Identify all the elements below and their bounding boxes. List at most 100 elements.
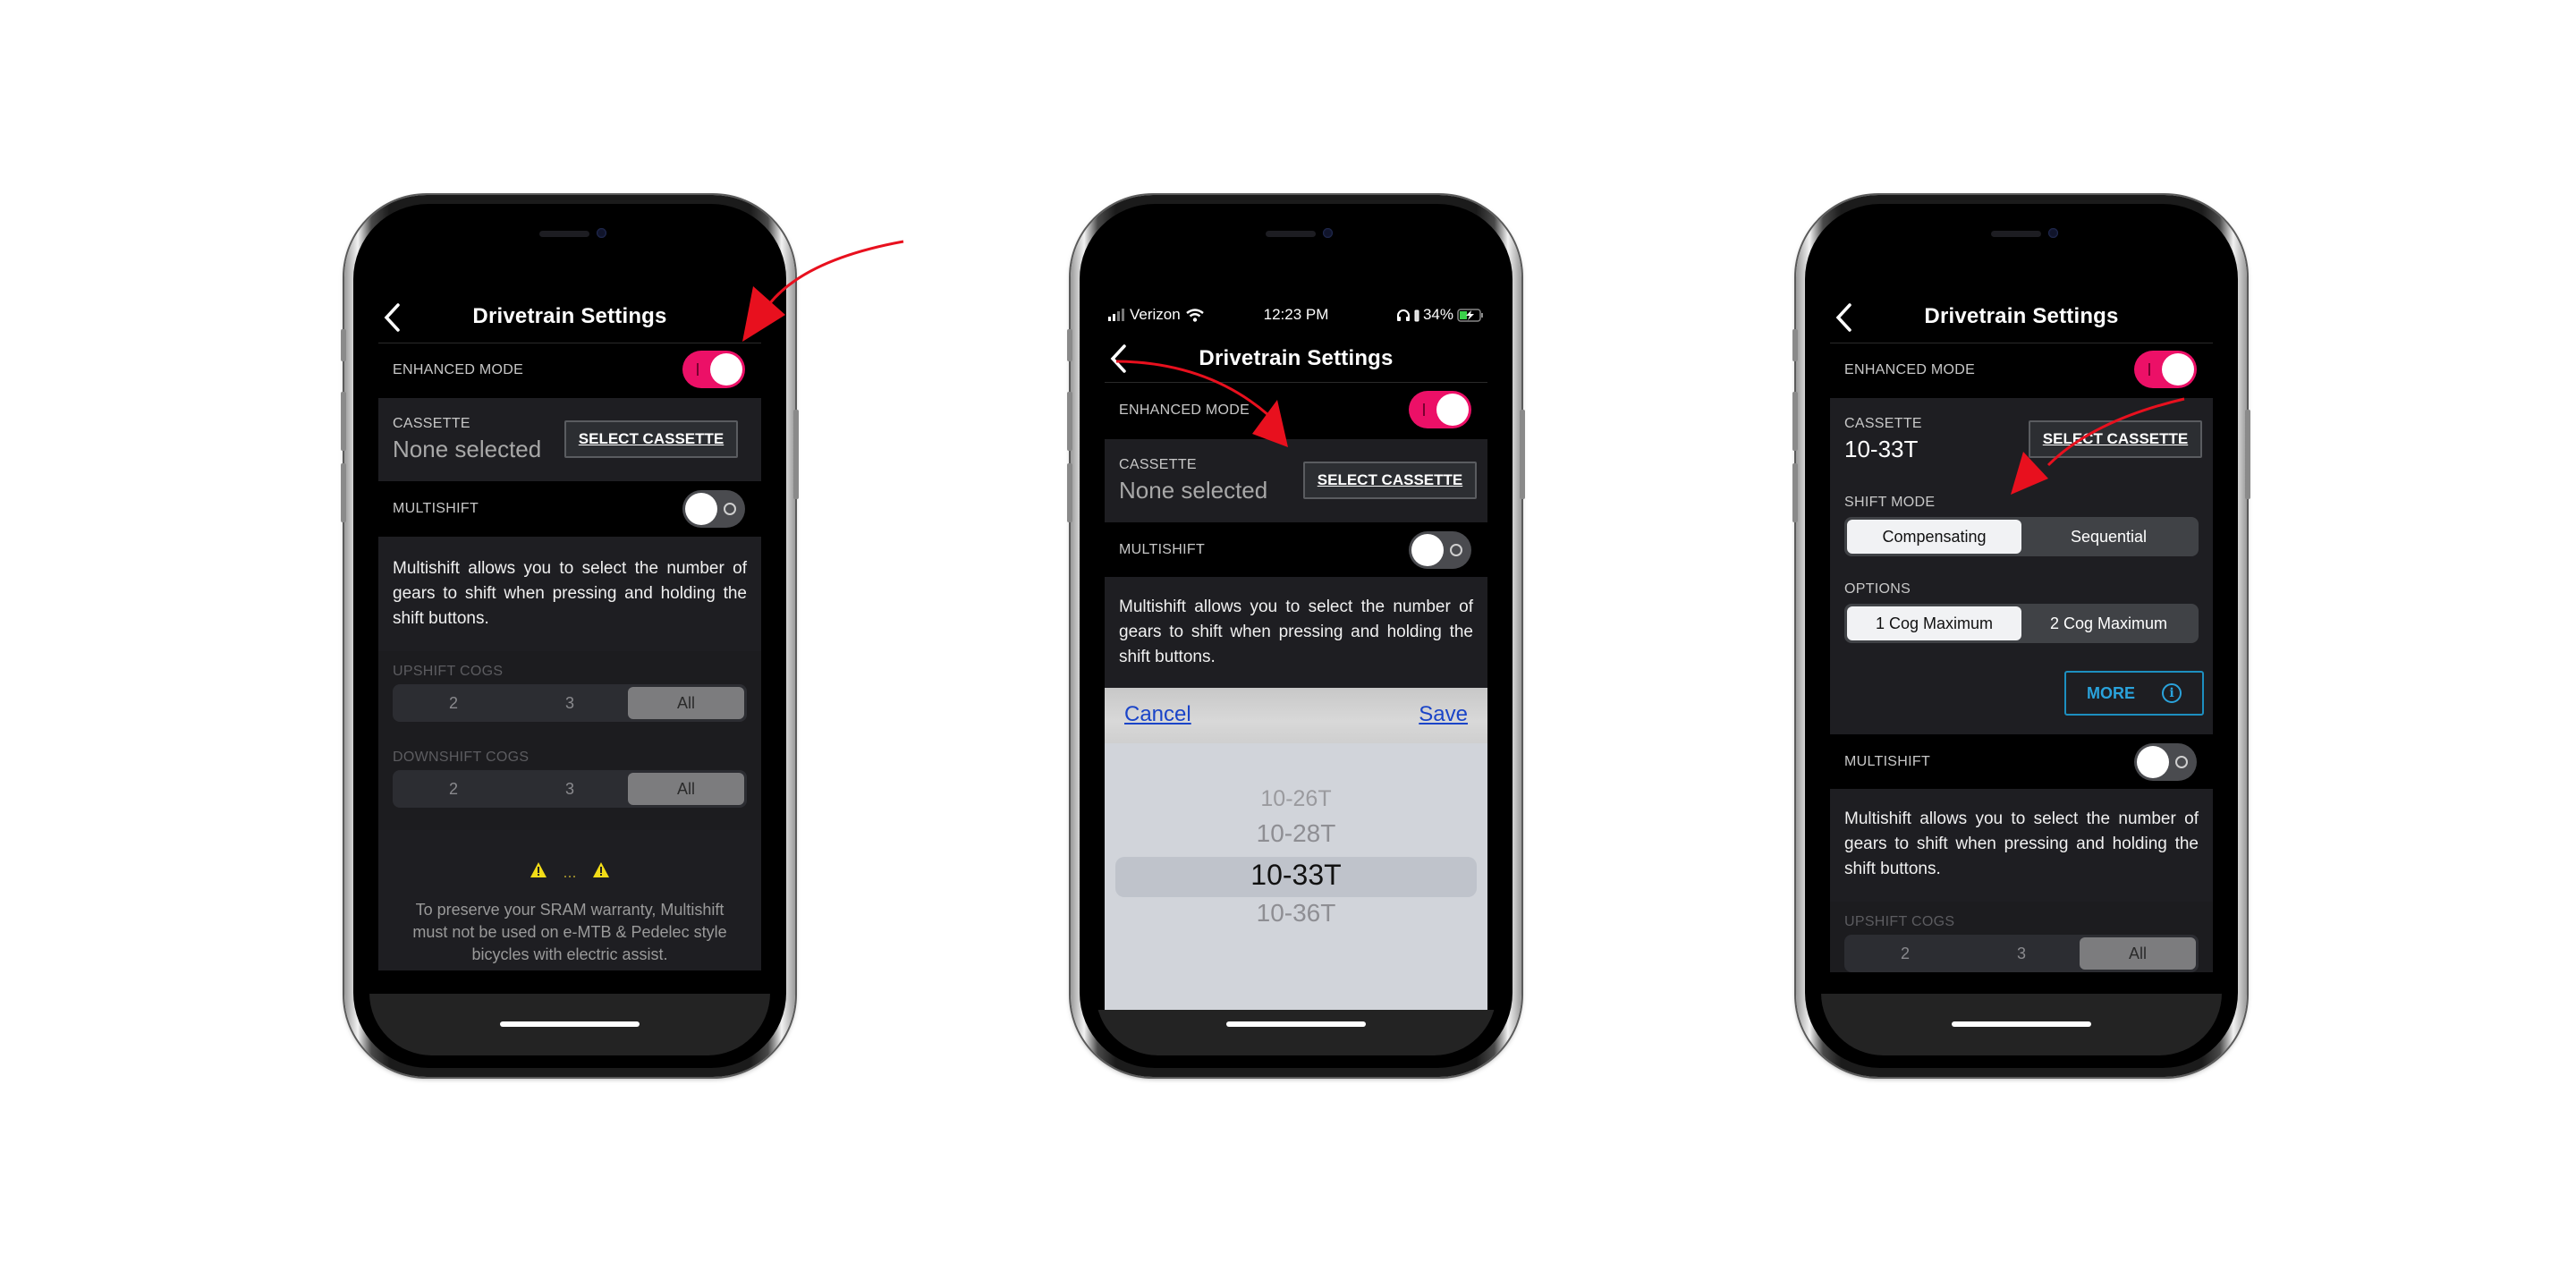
volume-up-button — [1067, 392, 1072, 451]
downshift-option-2[interactable]: 2 — [395, 773, 512, 805]
picker-option[interactable]: 10-28T — [1105, 819, 1487, 848]
multishift-label: MULTISHIFT — [393, 501, 479, 516]
upshift-option-3[interactable]: 3 — [1963, 937, 2080, 970]
warranty-warning: To preserve your SRAM warranty, Multishi… — [378, 899, 761, 966]
cogs-section: UPSHIFT COGS 2 3 All — [1830, 902, 2213, 972]
shift-mode-compensating[interactable]: Compensating — [1847, 520, 2021, 554]
picker-option[interactable]: 10-36T — [1105, 899, 1487, 928]
warning-icon — [530, 862, 609, 877]
warning-line: To preserve your SRAM warranty, Multishi… — [415, 901, 724, 919]
phone-1: Drivetrain Settings ENHANCED MODE CASSET… — [341, 195, 799, 1077]
phone-3: Drivetrain Settings ENHANCED MODE CASSET… — [1792, 195, 2250, 1077]
shift-mode-sequential[interactable]: Sequential — [2021, 520, 2196, 554]
multishift-description: Multishift allows you to select the numb… — [393, 559, 747, 628]
page-title: Drivetrain Settings — [1924, 304, 2119, 328]
cassette-value: None selected — [1119, 477, 1268, 504]
option-1-cog-maximum[interactable]: 1 Cog Maximum — [1847, 606, 2021, 640]
home-indicator[interactable] — [1952, 1021, 2091, 1027]
header-divider — [1105, 382, 1487, 383]
toggle-knob — [2137, 746, 2169, 778]
toggle-off-mark — [1450, 544, 1462, 556]
enhanced-mode-label: ENHANCED MODE — [1844, 362, 1976, 377]
upshift-cogs-segmented: 2 3 All — [393, 684, 747, 722]
upshift-option-all[interactable]: All — [628, 687, 744, 719]
volume-up-button — [1792, 392, 1798, 451]
cassette-label: CASSETTE — [393, 416, 470, 431]
toggle-off-mark — [724, 503, 736, 515]
downshift-option-3[interactable]: 3 — [512, 773, 628, 805]
upshift-option-all[interactable]: All — [2080, 937, 2196, 970]
select-cassette-button[interactable]: SELECT CASSETTE — [1303, 462, 1477, 499]
status-right: 34% — [1396, 306, 1484, 324]
upshift-cogs-label: UPSHIFT COGS — [1844, 914, 1955, 929]
cassette-panel: CASSETTE None selected SELECT CASSETTE — [1105, 439, 1487, 522]
enhanced-mode-label: ENHANCED MODE — [1119, 402, 1250, 418]
warning-line: bicycles with electric assist. — [471, 945, 668, 963]
more-label: MORE — [2087, 683, 2135, 702]
separator — [378, 970, 761, 994]
toggle-knob — [685, 493, 717, 525]
multishift-panel: Multishift allows you to select the numb… — [1830, 789, 2213, 972]
toggle-knob — [710, 353, 742, 386]
headphones-icon — [1396, 309, 1410, 321]
toggle-on-mark — [697, 363, 699, 376]
mute-switch — [341, 329, 346, 361]
picker-toolbar: Cancel Save — [1105, 688, 1487, 743]
multishift-toggle[interactable] — [682, 490, 745, 528]
screen: Verizon 12:23 PM 34% Drivetrain Settings… — [1096, 216, 1496, 1055]
multishift-panel: Multishift allows you to select the numb… — [1105, 577, 1487, 688]
battery-percent: 34% — [1422, 306, 1453, 323]
downshift-option-all[interactable]: All — [628, 773, 744, 805]
select-cassette-button[interactable]: SELECT CASSETTE — [564, 420, 738, 458]
cancel-button[interactable]: Cancel — [1124, 702, 1191, 727]
toggle-off-mark — [2175, 756, 2188, 768]
multishift-toggle[interactable] — [1409, 531, 1471, 569]
upshift-option-2[interactable]: 2 — [1847, 937, 1963, 970]
separator — [1830, 972, 2213, 994]
cassette-picker-sheet: Cancel Save 10-26T 10-28T 10-33T 10-36T — [1105, 688, 1487, 1010]
save-button[interactable]: Save — [1419, 702, 1468, 727]
picker-option-selected[interactable]: 10-33T — [1105, 859, 1487, 892]
screen: Drivetrain Settings ENHANCED MODE CASSET… — [1821, 216, 2222, 1055]
battery-charging-icon — [1457, 308, 1483, 322]
bottom-bar — [1096, 1010, 1496, 1055]
shift-mode-segmented: Compensating Sequential — [1844, 517, 2199, 556]
toggle-knob — [2162, 353, 2194, 386]
downshift-cogs-segmented: 2 3 All — [393, 770, 747, 808]
warning-line: must not be used on e-MTB & Pedelec styl… — [412, 923, 727, 941]
shift-mode-label: SHIFT MODE — [1844, 495, 1936, 510]
cassette-panel: CASSETTE 10-33T SELECT CASSETTE SHIFT MO… — [1830, 398, 2213, 734]
toggle-knob — [1411, 534, 1444, 566]
home-indicator[interactable] — [1226, 1021, 1366, 1027]
phone-2: Verizon 12:23 PM 34% Drivetrain Settings… — [1067, 195, 1525, 1077]
warning-icons — [378, 860, 761, 885]
enhanced-mode-toggle[interactable] — [2134, 351, 2197, 388]
enhanced-mode-toggle[interactable] — [1409, 391, 1471, 428]
upshift-option-2[interactable]: 2 — [395, 687, 512, 719]
upshift-option-3[interactable]: 3 — [512, 687, 628, 719]
multishift-panel: Multishift allows you to select the numb… — [378, 537, 761, 970]
toggle-on-mark — [2148, 363, 2150, 376]
multishift-label: MULTISHIFT — [1844, 754, 1931, 769]
toggle-on-mark — [1423, 403, 1425, 416]
cassette-panel: CASSETTE None selected SELECT CASSETTE — [378, 398, 761, 481]
downshift-cogs-label: DOWNSHIFT COGS — [393, 750, 530, 765]
multishift-description: Multishift allows you to select the numb… — [1119, 597, 1473, 666]
screen: Drivetrain Settings ENHANCED MODE CASSET… — [369, 216, 770, 1055]
cassette-label: CASSETTE — [1844, 416, 1922, 431]
enhanced-mode-label: ENHANCED MODE — [393, 362, 524, 377]
upshift-cogs-label: UPSHIFT COGS — [393, 664, 504, 679]
power-button — [793, 410, 799, 499]
enhanced-mode-toggle[interactable] — [682, 351, 745, 388]
toggle-knob — [1436, 394, 1469, 426]
cassette-value: None selected — [393, 436, 542, 462]
more-info-button[interactable]: MORE i — [2064, 671, 2204, 716]
multishift-toggle[interactable] — [2134, 743, 2197, 781]
select-cassette-button[interactable]: SELECT CASSETTE — [2029, 420, 2202, 458]
info-icon: i — [2162, 683, 2182, 703]
picker-option[interactable]: 10-26T — [1105, 786, 1487, 812]
multishift-label: MULTISHIFT — [1119, 542, 1206, 557]
home-indicator[interactable] — [500, 1021, 640, 1027]
headphone-battery-icon — [1414, 309, 1419, 321]
option-2-cog-maximum[interactable]: 2 Cog Maximum — [2021, 606, 2196, 640]
